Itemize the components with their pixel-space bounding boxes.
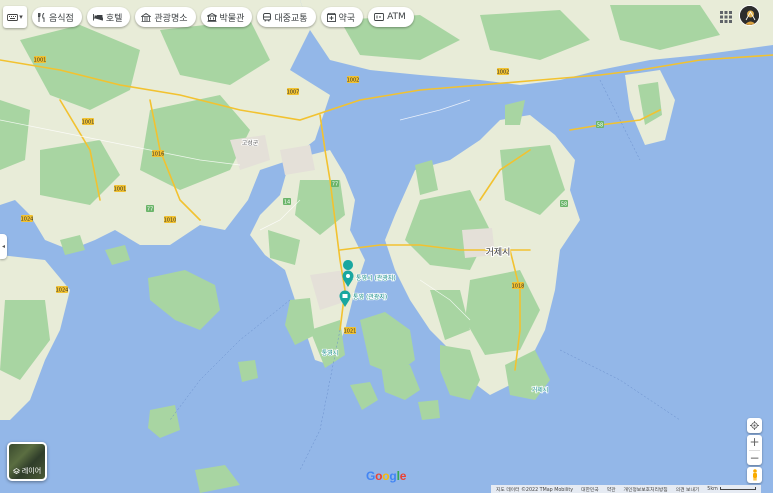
category-toolbar: ▾ 음식점 호텔 관광명소 박물관 대중교통 약국 ATM <box>3 6 414 28</box>
chip-label: 호텔 <box>105 13 123 24</box>
poi-label-2: 통영 (관광지) <box>353 293 387 301</box>
google-logo: Google <box>366 469 406 483</box>
chip-label: 약국 <box>338 13 356 24</box>
svg-text:1024: 1024 <box>21 217 34 223</box>
svg-text:거제시: 거제시 <box>532 386 549 394</box>
svg-text:1010: 1010 <box>164 218 177 224</box>
zoom-out-button[interactable]: − <box>747 450 762 465</box>
map-footer: 지도 데이터 ©2022 TMap Mobility 대한민국 약관 개인정보보… <box>491 485 761 493</box>
poi-label-1: 통영시 (관광지) <box>356 274 396 282</box>
logo-letter: G <box>366 469 376 483</box>
chip-label: 관광명소 <box>154 13 188 24</box>
chip-transit[interactable]: 대중교통 <box>257 7 316 27</box>
scale-indicator[interactable]: 5km <box>707 486 756 492</box>
chip-label: 박물관 <box>219 13 245 24</box>
svg-text:77: 77 <box>332 182 338 188</box>
city-label-geoje: 거제시 <box>486 247 511 258</box>
restaurant-icon <box>38 12 45 22</box>
svg-text:1016: 1016 <box>152 152 165 158</box>
map-canvas[interactable]: 1001 1001 1016 1001 1024 1024 1010 1007 … <box>0 0 773 493</box>
chip-atm[interactable]: ATM <box>368 7 414 27</box>
svg-text:58: 58 <box>561 202 567 208</box>
terms-link[interactable]: 약관 <box>607 486 616 493</box>
feedback-link[interactable]: 의견 보내기 <box>676 486 700 493</box>
map-attribution: 지도 데이터 ©2022 TMap Mobility <box>496 487 574 493</box>
chevron-down-icon: ▾ <box>19 13 23 21</box>
logo-letter: e <box>399 469 407 483</box>
chevron-left-icon: ◂ <box>1 243 5 250</box>
scale-label: 5km <box>707 486 718 492</box>
chip-restaurants[interactable]: 음식점 <box>32 7 82 27</box>
country-link[interactable]: 대한민국 <box>581 486 599 493</box>
atm-icon <box>374 13 385 21</box>
layers-button[interactable]: 레이어 <box>7 442 47 481</box>
keyboard-icon <box>7 13 19 21</box>
svg-text:1001: 1001 <box>82 120 95 126</box>
side-panel-toggle[interactable]: ◂ <box>0 234 7 259</box>
chip-label: ATM <box>387 12 406 22</box>
crosshair-icon <box>750 421 759 430</box>
pegman-icon <box>752 469 757 481</box>
pharmacy-icon <box>326 12 336 22</box>
layers-label-row: 레이어 <box>9 466 45 476</box>
svg-text:통영시: 통영시 <box>322 349 339 357</box>
museum-icon <box>206 12 217 22</box>
hotel-icon <box>92 14 103 21</box>
scale-bar <box>719 486 756 490</box>
svg-text:1024: 1024 <box>56 288 69 294</box>
svg-text:14: 14 <box>284 200 290 206</box>
input-tools-button[interactable]: ▾ <box>3 6 27 28</box>
apps-grid-icon[interactable] <box>719 10 733 24</box>
avatar[interactable] <box>739 5 760 26</box>
zoom-control: + − <box>747 435 762 465</box>
chip-label: 대중교통 <box>274 13 308 24</box>
street-view-pegman[interactable] <box>747 467 762 483</box>
privacy-link[interactable]: 개인정보보호처리방침 <box>624 486 668 493</box>
svg-text:77: 77 <box>147 207 153 213</box>
svg-text:고성군: 고성군 <box>242 139 259 147</box>
logo-letter: g <box>389 469 397 483</box>
svg-text:1018: 1018 <box>512 284 525 290</box>
chip-label: 음식점 <box>49 13 74 24</box>
svg-text:1021: 1021 <box>344 329 357 335</box>
svg-text:1001: 1001 <box>34 58 47 64</box>
svg-text:1001: 1001 <box>114 187 127 193</box>
svg-text:1007: 1007 <box>287 90 300 96</box>
chip-attractions[interactable]: 관광명소 <box>135 7 196 27</box>
svg-text:1002: 1002 <box>497 70 510 76</box>
layers-label: 레이어 <box>21 467 42 475</box>
zoom-in-button[interactable]: + <box>747 435 762 450</box>
chip-pharmacies[interactable]: 약국 <box>320 7 364 27</box>
svg-text:1002: 1002 <box>347 78 360 84</box>
chip-hotels[interactable]: 호텔 <box>86 7 131 27</box>
attraction-icon <box>141 12 152 22</box>
my-location-button[interactable] <box>747 418 762 433</box>
transit-icon <box>263 12 272 22</box>
chip-museums[interactable]: 박물관 <box>200 7 253 27</box>
svg-text:58: 58 <box>597 123 603 129</box>
layers-icon <box>12 467 20 474</box>
